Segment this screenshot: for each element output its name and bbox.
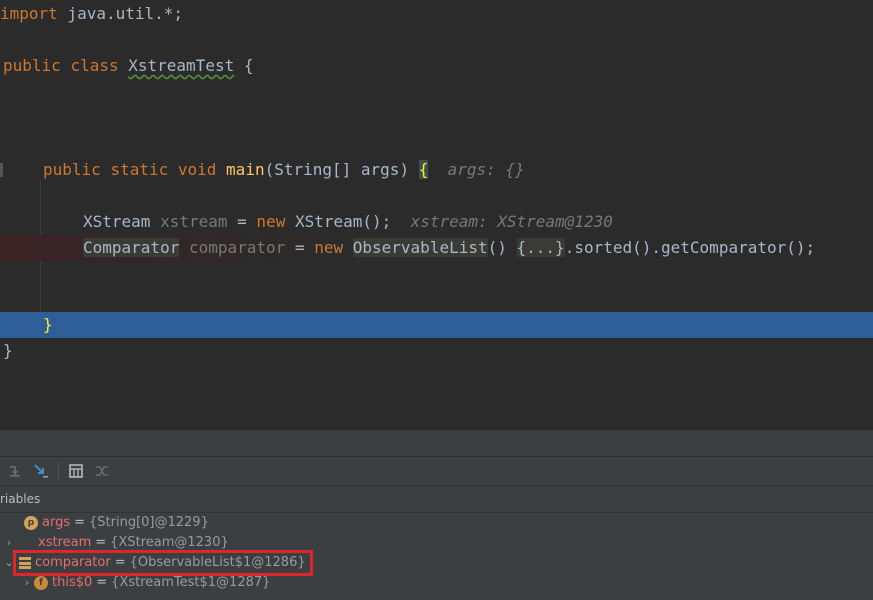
ctor-observablelist: ObservableList (352, 238, 488, 257)
assign-op: = (227, 212, 257, 231)
inline-hint-args: args: {} (447, 160, 525, 179)
variable-name: xstream (38, 535, 92, 550)
variable-name: comparator (35, 555, 111, 570)
selected-variable[interactable]: comparator = {ObservableList$1@1286} (13, 550, 313, 576)
code-line-class-close[interactable]: } (0, 338, 873, 364)
variable-value: {XStream@1230} (110, 535, 229, 550)
keyword-static: static (110, 160, 169, 179)
variables-header: riables (0, 486, 873, 513)
variable-value: {XstreamTest$1@1287} (111, 575, 271, 590)
code-line-comparator[interactable]: Comparator comparator = new ObservableLi… (0, 235, 873, 261)
method-params: (String[] args) (264, 160, 419, 179)
debugger-toolbar (0, 457, 873, 486)
toolbar-separator (58, 462, 59, 480)
variable-row-this0[interactable]: › f this$0 = {XstreamTest$1@1287} (20, 573, 270, 593)
step-into-icon[interactable] (30, 460, 52, 482)
code-line-main[interactable]: public static void main(String[] args) {… (0, 157, 873, 183)
variable-name: args (42, 515, 71, 530)
assign-op: = (285, 238, 315, 257)
equals-sign: = (95, 535, 107, 550)
keyword-public: public (3, 56, 61, 75)
keyword-public: public (43, 160, 101, 179)
debugger-panel: riables p args = {String[0]@1229} › xstrea… (0, 430, 873, 600)
debugger-tabs-strip (0, 430, 873, 457)
code-line-class[interactable]: public class XstreamTest { (0, 53, 873, 79)
class-open-brace: { (234, 56, 254, 75)
chevron-down-icon[interactable]: ⌄ (2, 553, 16, 573)
chevron-right-icon[interactable]: › (2, 533, 16, 553)
type-comparator: Comparator (83, 238, 180, 257)
current-execution-line[interactable]: } (0, 312, 873, 338)
class-close-brace: } (3, 341, 13, 360)
code-line-xstream[interactable]: XStream xstream = new XStream(); xstream… (0, 209, 873, 235)
code-line-import[interactable]: import java.util.*; (0, 1, 873, 27)
ctor-xstream: XStream(); (285, 212, 392, 231)
keyword-new: new (314, 238, 344, 257)
keyword-new: new (256, 212, 286, 231)
variable-value: {String[0]@1229} (89, 515, 209, 530)
equals-sign: = (114, 555, 126, 570)
variable-row-args[interactable]: p args = {String[0]@1229} (10, 513, 209, 533)
keyword-import: import (0, 4, 58, 23)
method-chain: .sorted().getComparator(); (564, 238, 816, 257)
keyword-void: void (177, 160, 217, 179)
code-editor[interactable]: import java.util.*; public class Xstream… (0, 0, 873, 430)
inline-hint-xstream: xstream: XStream@1230 (410, 212, 613, 231)
var-xstream: xstream (160, 212, 228, 231)
import-package: java.util.*; (57, 4, 184, 23)
type-xstream: XStream (83, 212, 151, 231)
method-name: main (226, 160, 265, 179)
field-icon: f (34, 576, 48, 590)
parameter-icon: p (24, 516, 38, 530)
ctor-parens: () (487, 238, 507, 257)
var-comparator: comparator (188, 238, 286, 257)
chevron-right-icon[interactable]: › (20, 573, 34, 593)
equals-sign: = (96, 575, 108, 590)
class-name: XstreamTest (128, 56, 235, 75)
method-open-brace: { (418, 160, 429, 179)
variable-row-comparator[interactable]: ⌄ comparator = {ObservableList$1@1286} (2, 550, 313, 576)
trace-icon[interactable] (91, 460, 113, 482)
evaluate-expression-icon[interactable] (65, 460, 87, 482)
folded-block[interactable]: {...} (516, 238, 565, 257)
variable-name: this$0 (52, 575, 93, 590)
method-close-brace: } (43, 315, 53, 334)
equals-sign: = (74, 515, 86, 530)
stack-icon (19, 557, 31, 569)
variable-row-xstream[interactable]: › xstream = {XStream@1230} (2, 533, 229, 553)
variable-value: {ObservableList$1@1286} (129, 555, 306, 570)
keyword-class: class (70, 56, 119, 75)
step-back-icon[interactable] (4, 460, 26, 482)
